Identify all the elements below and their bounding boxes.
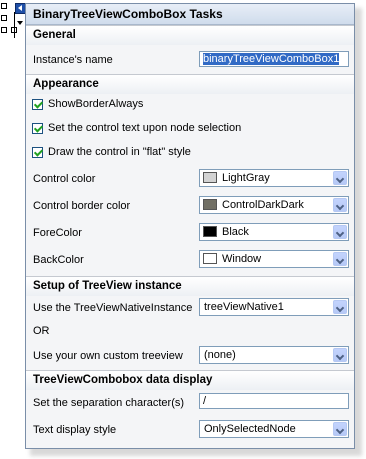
flat-style-checkbox[interactable] xyxy=(32,146,43,158)
native-instance-dropdown[interactable]: treeViewNative1 xyxy=(199,298,349,316)
section-appearance: Appearance xyxy=(26,74,354,94)
display-style-label: Text display style xyxy=(33,424,117,436)
flat-style-row[interactable]: Draw the control in "flat" style xyxy=(32,144,191,160)
instance-name-input[interactable]: binaryTreeViewComboBox1 xyxy=(199,51,349,67)
control-border-color-dropdown[interactable]: ControlDarkDark xyxy=(199,196,349,214)
section-treeview-setup: Setup of TreeView instance xyxy=(26,276,354,296)
control-border-color-value: ControlDarkDark xyxy=(222,199,304,211)
color-swatch xyxy=(203,226,217,237)
section-data-display: TreeViewCombobox data display xyxy=(26,370,354,390)
panel-title: BinaryTreeViewComboBox Tasks xyxy=(33,7,223,21)
native-instance-label: Use the TreeViewNativeInstance xyxy=(33,302,193,314)
dropdown-arrow-icon[interactable] xyxy=(333,252,347,266)
display-style-value: OnlySelectedNode xyxy=(204,423,296,435)
color-swatch xyxy=(203,172,217,183)
dropdown-arrow-icon[interactable] xyxy=(333,422,347,436)
instance-name-label: Instance's name xyxy=(33,54,113,66)
dropdown-arrow-icon[interactable] xyxy=(333,225,347,239)
section-heading: TreeViewCombobox data display xyxy=(33,374,213,386)
native-instance-value: treeViewNative1 xyxy=(204,301,284,313)
separator-value: / xyxy=(203,395,207,407)
color-swatch xyxy=(203,199,217,210)
separator-label: Set the separation character(s) xyxy=(33,397,185,409)
dropdown-arrow-icon[interactable] xyxy=(333,348,347,362)
custom-treeview-value: (none) xyxy=(204,349,236,361)
or-label: OR xyxy=(33,325,50,337)
smart-tag-glyph[interactable] xyxy=(1,3,27,41)
section-heading: Setup of TreeView instance xyxy=(33,280,182,292)
set-text-on-select-checkbox[interactable] xyxy=(32,122,43,134)
custom-treeview-label: Use your own custom treeview xyxy=(33,350,183,362)
tasks-panel: BinaryTreeViewComboBox Tasks General Ins… xyxy=(25,3,355,449)
selection-handle xyxy=(1,15,7,21)
display-style-dropdown[interactable]: OnlySelectedNode xyxy=(199,420,349,438)
show-border-always-label: ShowBorderAlways xyxy=(48,98,144,110)
dropdown-arrow-icon[interactable] xyxy=(333,171,347,185)
back-color-value: Window xyxy=(222,253,262,265)
set-text-on-select-label: Set the control text upon node selection xyxy=(48,122,242,134)
selection-handle xyxy=(1,3,7,9)
panel-header: BinaryTreeViewComboBox Tasks xyxy=(26,4,354,25)
show-border-always-checkbox[interactable] xyxy=(32,98,43,110)
selection-handle xyxy=(1,27,7,33)
fore-color-dropdown[interactable]: Black xyxy=(199,223,349,241)
instance-name-value: binaryTreeViewComboBox1 xyxy=(203,53,340,65)
fore-color-value: Black xyxy=(222,226,249,238)
custom-treeview-dropdown[interactable]: (none) xyxy=(199,346,349,364)
set-text-on-select-row[interactable]: Set the control text upon node selection xyxy=(32,120,241,136)
caret-down-icon xyxy=(17,21,23,25)
color-swatch xyxy=(203,253,217,264)
fore-color-label: ForeColor xyxy=(33,227,82,239)
section-general: General xyxy=(26,25,354,45)
section-heading: General xyxy=(33,29,76,41)
dropdown-arrow-icon[interactable] xyxy=(333,300,347,314)
control-color-value: LightGray xyxy=(222,172,270,184)
flat-style-label: Draw the control in "flat" style xyxy=(48,146,191,158)
selection-border xyxy=(14,12,15,38)
separator-input[interactable]: / xyxy=(199,393,349,409)
control-color-label: Control color xyxy=(33,173,96,185)
show-border-always-row[interactable]: ShowBorderAlways xyxy=(32,96,143,112)
back-color-label: BackColor xyxy=(33,254,84,266)
section-heading: Appearance xyxy=(33,78,99,90)
dropdown-arrow-icon[interactable] xyxy=(333,198,347,212)
back-color-dropdown[interactable]: Window xyxy=(199,250,349,268)
control-color-dropdown[interactable]: LightGray xyxy=(199,169,349,187)
control-border-color-label: Control border color xyxy=(33,200,131,212)
